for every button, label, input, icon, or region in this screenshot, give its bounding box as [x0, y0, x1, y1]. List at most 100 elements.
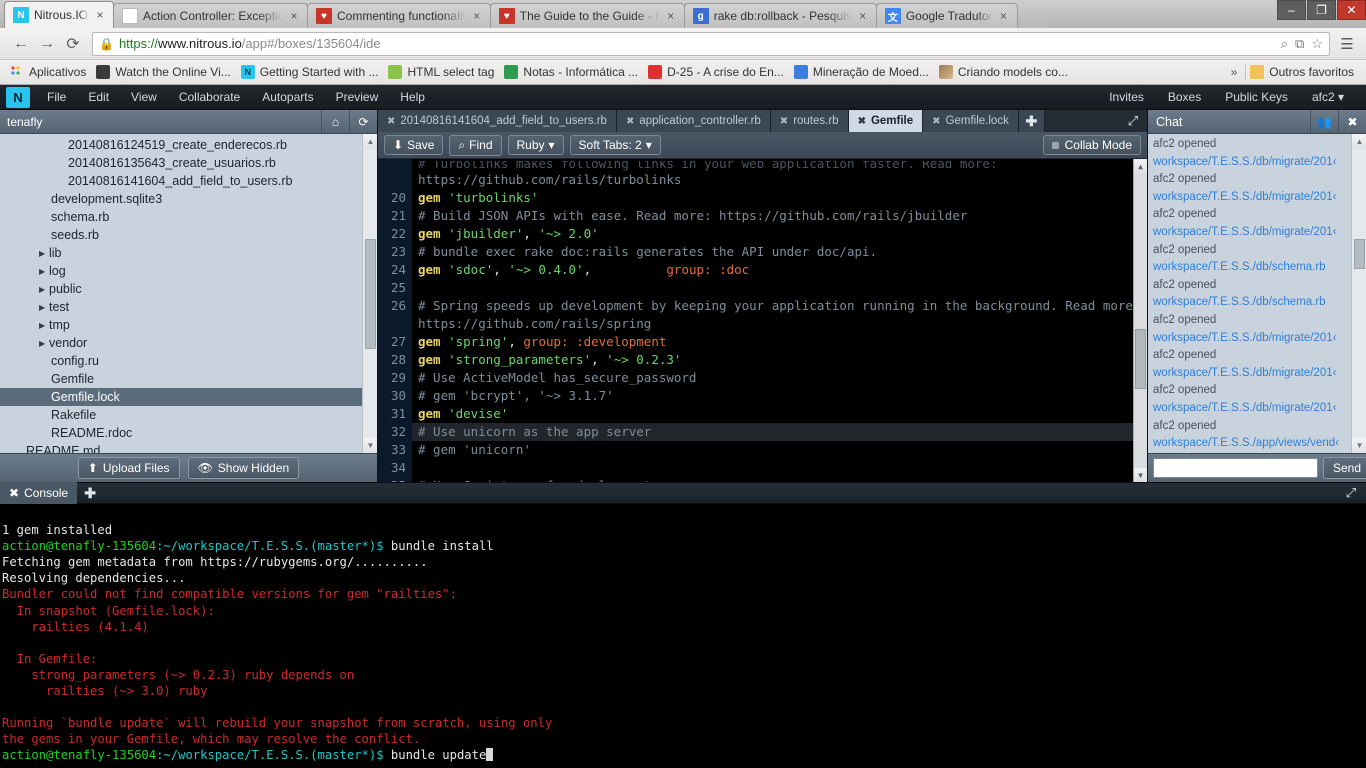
- tab-close-icon[interactable]: ✖: [9, 486, 19, 500]
- chat-send-button[interactable]: Send: [1323, 457, 1366, 480]
- hamburger-menu-icon[interactable]: ☰: [1336, 35, 1358, 53]
- back-icon[interactable]: ←: [8, 31, 34, 57]
- chevron-right-icon[interactable]: ▶: [39, 321, 49, 330]
- chevron-right-icon[interactable]: ▶: [39, 285, 49, 294]
- file-tree-item[interactable]: 20140816124519_create_enderecos.rb: [0, 136, 377, 154]
- file-tree-item[interactable]: seeds.rb: [0, 226, 377, 244]
- file-tree-item-vendor[interactable]: ▶ vendor: [0, 334, 377, 352]
- tab-close-icon[interactable]: ✖: [932, 116, 940, 127]
- file-tree-item-readme-md[interactable]: README.md: [0, 442, 377, 453]
- editor-tab-routes[interactable]: ✖ routes.rb: [770, 110, 849, 133]
- chevron-right-icon[interactable]: ▶: [39, 303, 49, 312]
- tab-close-icon[interactable]: ×: [93, 8, 107, 22]
- forward-icon[interactable]: →: [34, 31, 60, 57]
- file-tree-item[interactable]: development.sqlite3: [0, 190, 377, 208]
- nitrous-logo-icon[interactable]: N: [6, 86, 30, 108]
- scroll-down-icon[interactable]: ▼: [1352, 438, 1366, 454]
- menu-collaborate[interactable]: Collaborate: [168, 87, 251, 107]
- bookmark-star-icon[interactable]: ☆: [1311, 36, 1323, 52]
- zoom-out-icon[interactable]: ⌕: [1281, 36, 1288, 52]
- code-area[interactable]: 20 21 22 23 24 25 26 27 28 29 30 31 32 3…: [378, 159, 1147, 482]
- chat-message-path[interactable]: workspace/T.E.S.S./db/migrate/201‹: [1153, 365, 1362, 383]
- tab-close-icon[interactable]: ×: [997, 9, 1011, 23]
- file-tree-item-log[interactable]: ▶ log: [0, 262, 377, 280]
- home-icon[interactable]: ⌂: [321, 109, 349, 134]
- chat-message-path[interactable]: workspace/T.E.S.S./db/migrate/201‹: [1153, 224, 1362, 242]
- find-button[interactable]: ⌕ Find: [449, 134, 502, 156]
- editor-tab-application-controller[interactable]: ✖ application_controller.rb: [616, 110, 771, 133]
- minimize-button[interactable]: –: [1277, 0, 1306, 20]
- bookmark-html-select-tag[interactable]: HTML select tag: [384, 63, 500, 81]
- bookmark-d25[interactable]: D-25 - A crise do En...: [644, 63, 790, 81]
- close-window-button[interactable]: ✕: [1337, 0, 1366, 20]
- menu-autoparts[interactable]: Autoparts: [251, 87, 324, 107]
- editor-scrollbar[interactable]: ▲ ▼: [1133, 159, 1147, 482]
- file-tree-scrollbar[interactable]: ▲ ▼: [362, 134, 377, 453]
- scroll-up-icon[interactable]: ▲: [363, 134, 377, 149]
- bookmark-getting-started[interactable]: N Getting Started with ...: [237, 63, 385, 81]
- refresh-icon[interactable]: ⟳: [349, 109, 377, 134]
- chat-messages[interactable]: afc2 opened workspace/T.E.S.S./db/migrat…: [1148, 134, 1366, 454]
- file-tree-item-gemfile-lock[interactable]: Gemfile.lock: [0, 388, 377, 406]
- menu-file[interactable]: File: [36, 87, 77, 107]
- editor-tab-gemfile-lock[interactable]: ✖ Gemfile.lock: [923, 110, 1019, 133]
- expand-icon[interactable]: ⤢: [1119, 110, 1147, 133]
- reload-icon[interactable]: ⟳: [60, 31, 86, 57]
- menu-public-keys[interactable]: Public Keys: [1213, 87, 1300, 107]
- new-editor-tab-button[interactable]: ✚: [1018, 110, 1045, 133]
- chevron-right-icon[interactable]: ▶: [39, 267, 49, 276]
- menu-edit[interactable]: Edit: [77, 87, 120, 107]
- tab-close-icon[interactable]: ×: [470, 9, 484, 23]
- tab-close-icon[interactable]: ✖: [858, 116, 866, 127]
- chat-message-path[interactable]: workspace/T.E.S.S./db/migrate/201‹: [1153, 400, 1362, 418]
- file-tree-item-public[interactable]: ▶ public: [0, 280, 377, 298]
- file-tree-item-rakefile[interactable]: Rakefile: [0, 406, 377, 424]
- soft-tabs-dropdown[interactable]: Soft Tabs: 2 ▾: [569, 135, 661, 156]
- chat-message-path[interactable]: workspace/T.E.S.S./app/views/vend‹: [1153, 435, 1362, 453]
- scroll-down-icon[interactable]: ▼: [363, 437, 377, 453]
- chat-message-path[interactable]: workspace/T.E.S.S./db/schema.rb: [1153, 294, 1362, 312]
- browser-tab-1[interactable]: ▤ Action Controller: Exceptio ×: [113, 3, 308, 28]
- browser-tab-0[interactable]: N Nitrous.IO ×: [4, 1, 114, 28]
- scroll-down-icon[interactable]: ▼: [1134, 468, 1147, 482]
- new-tab-button[interactable]: [1020, 8, 1047, 28]
- menu-view[interactable]: View: [120, 87, 168, 107]
- translate-page-icon[interactable]: ⧉: [1295, 36, 1304, 52]
- bookmark-mineracao[interactable]: Mineração de Moed...: [790, 63, 935, 81]
- tab-close-icon[interactable]: ✖: [780, 116, 788, 127]
- show-hidden-button[interactable]: 👁 Show Hidden: [187, 456, 300, 479]
- tab-close-icon[interactable]: ✖: [626, 116, 634, 127]
- bookmark-watch-online[interactable]: Watch the Online Vi...: [92, 63, 236, 81]
- scroll-up-icon[interactable]: ▲: [1134, 159, 1147, 174]
- menu-boxes[interactable]: Boxes: [1156, 87, 1213, 107]
- bookmark-other-favorites[interactable]: Outros favoritos: [1246, 63, 1360, 81]
- menu-invites[interactable]: Invites: [1097, 87, 1156, 107]
- chat-message-path[interactable]: workspace/T.E.S.S./db/schema.rb: [1153, 259, 1362, 277]
- chat-message-path[interactable]: workspace/T.E.S.S./db/migrate/201‹: [1153, 154, 1362, 172]
- file-tree-item-readme-rdoc[interactable]: README.rdoc: [0, 424, 377, 442]
- save-button[interactable]: ⬇ Save: [384, 135, 444, 156]
- browser-tab-4[interactable]: g rake db:rollback - Pesquis ×: [683, 3, 877, 28]
- tab-close-icon[interactable]: ×: [856, 9, 870, 23]
- file-tree-item-gemfile[interactable]: Gemfile: [0, 370, 377, 388]
- chat-message-path[interactable]: workspace/T.E.S.S./db/migrate/201‹: [1153, 189, 1362, 207]
- chevron-right-icon[interactable]: ▶: [39, 339, 49, 348]
- bookmark-notas[interactable]: Notas - Informática ...: [500, 63, 644, 81]
- bookmarks-overflow-button[interactable]: »: [1223, 65, 1246, 79]
- browser-tab-3[interactable]: ♥ The Guide to the Guide - R ×: [489, 3, 685, 28]
- scrollbar-thumb[interactable]: [1354, 239, 1365, 269]
- browser-tab-2[interactable]: ♥ Commenting functionalit ×: [307, 3, 491, 28]
- chevron-right-icon[interactable]: ▶: [39, 249, 49, 258]
- scrollbar-thumb[interactable]: [365, 239, 376, 349]
- file-tree-item-configru[interactable]: config.ru: [0, 352, 377, 370]
- file-tree-item[interactable]: 20140816135643_create_usuarios.rb: [0, 154, 377, 172]
- tab-close-icon[interactable]: ×: [287, 9, 301, 23]
- menu-help[interactable]: Help: [389, 87, 436, 107]
- scroll-up-icon[interactable]: ▲: [1352, 134, 1366, 149]
- file-tree-item-tmp[interactable]: ▶ tmp: [0, 316, 377, 334]
- upload-files-button[interactable]: ⬆ Upload Files: [77, 456, 180, 479]
- code-lines[interactable]: # Turbolinks makes following links in yo…: [412, 159, 1147, 482]
- chat-scrollbar[interactable]: ▲ ▼: [1351, 134, 1366, 454]
- address-bar[interactable]: 🔒 https://www.nitrous.io/app#/boxes/1356…: [92, 31, 1330, 56]
- console-tab[interactable]: ✖ Console: [0, 482, 78, 504]
